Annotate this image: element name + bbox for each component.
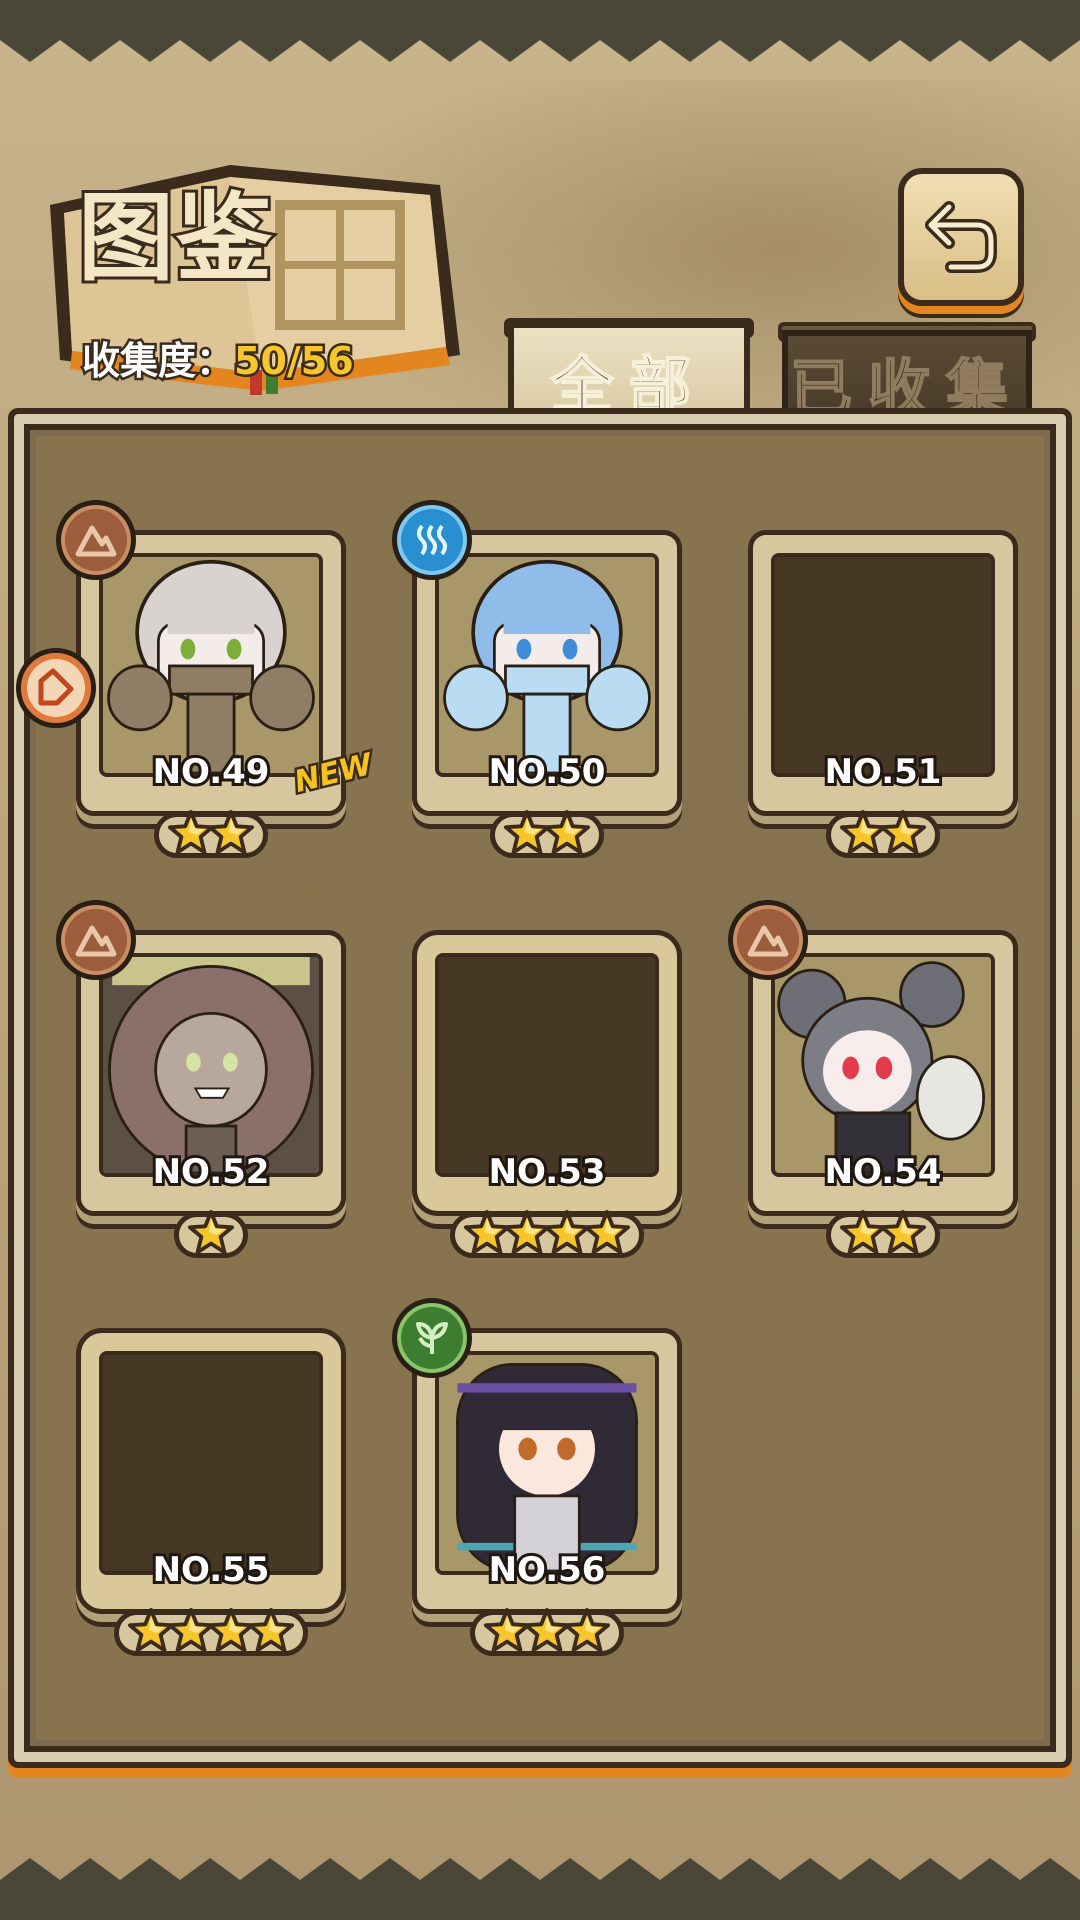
card-number: NO.53 [486,1149,609,1195]
collection-card[interactable]: NO.49 NEW [16,500,378,858]
star-icon [879,809,927,855]
star-icon [543,809,591,855]
collection-card[interactable]: NO.53 [402,920,692,1258]
collection-card[interactable]: NO.50 [392,500,692,858]
back-button[interactable] [898,168,1024,306]
star-icon [879,1209,927,1255]
top-zigzag-border [0,0,1080,80]
bottom-zigzag-border [0,1830,1080,1920]
grass-element-icon [392,1298,472,1378]
collection-card[interactable]: NO.51 [738,520,1028,858]
character-silhouette [99,1351,323,1575]
star-rating [66,1208,356,1262]
collection-card[interactable]: NO.56 [392,1298,692,1656]
character-portrait [435,553,659,777]
collection-label: 收集度： [79,337,236,386]
collection-card[interactable]: NO.55 [66,1318,356,1656]
card-number: NO.56 [486,1547,609,1593]
character-portrait [435,1351,659,1575]
star-rating [402,1208,692,1262]
character-portrait [99,953,323,1177]
star-rating [402,808,692,862]
star-icon [563,1607,611,1653]
collection-panel: NO.49 NEW NO.50 NO.51 NO.52 NO.53 NO.54 NO.55 NO… [8,408,1072,1768]
star-rating [66,808,356,862]
earth-element-icon [56,500,136,580]
star-icon [187,1209,235,1255]
collection-progress: 收集度：50/56 [79,330,357,386]
star-rating [738,1208,1028,1262]
character-silhouette [771,553,995,777]
tag-icon[interactable] [16,648,96,728]
star-rating [66,1606,356,1660]
character-silhouette [435,953,659,1177]
star-rating [402,1606,692,1660]
water-element-icon [392,500,472,580]
collection-card[interactable]: NO.52 [56,900,356,1258]
star-rating [738,808,1028,862]
collection-value: 50/56 [232,337,357,386]
character-portrait [771,953,995,1177]
star-icon [583,1209,631,1255]
star-icon [247,1607,295,1653]
star-icon [207,809,255,855]
return-arrow-icon [925,201,997,273]
character-portrait [99,553,323,777]
earth-element-icon [56,900,136,980]
page-title: 图鉴 [75,178,275,297]
card-number: NO.52 [150,1149,273,1195]
collection-card[interactable]: NO.54 [728,900,1028,1258]
card-number: NO.50 [486,749,609,795]
card-number: NO.51 [822,749,945,795]
earth-element-icon [728,900,808,980]
card-number: NO.55 [150,1547,273,1593]
card-number: NO.54 [822,1149,945,1195]
card-grid: NO.49 NEW NO.50 NO.51 NO.52 NO.53 NO.54 NO.55 NO… [16,436,1044,1740]
